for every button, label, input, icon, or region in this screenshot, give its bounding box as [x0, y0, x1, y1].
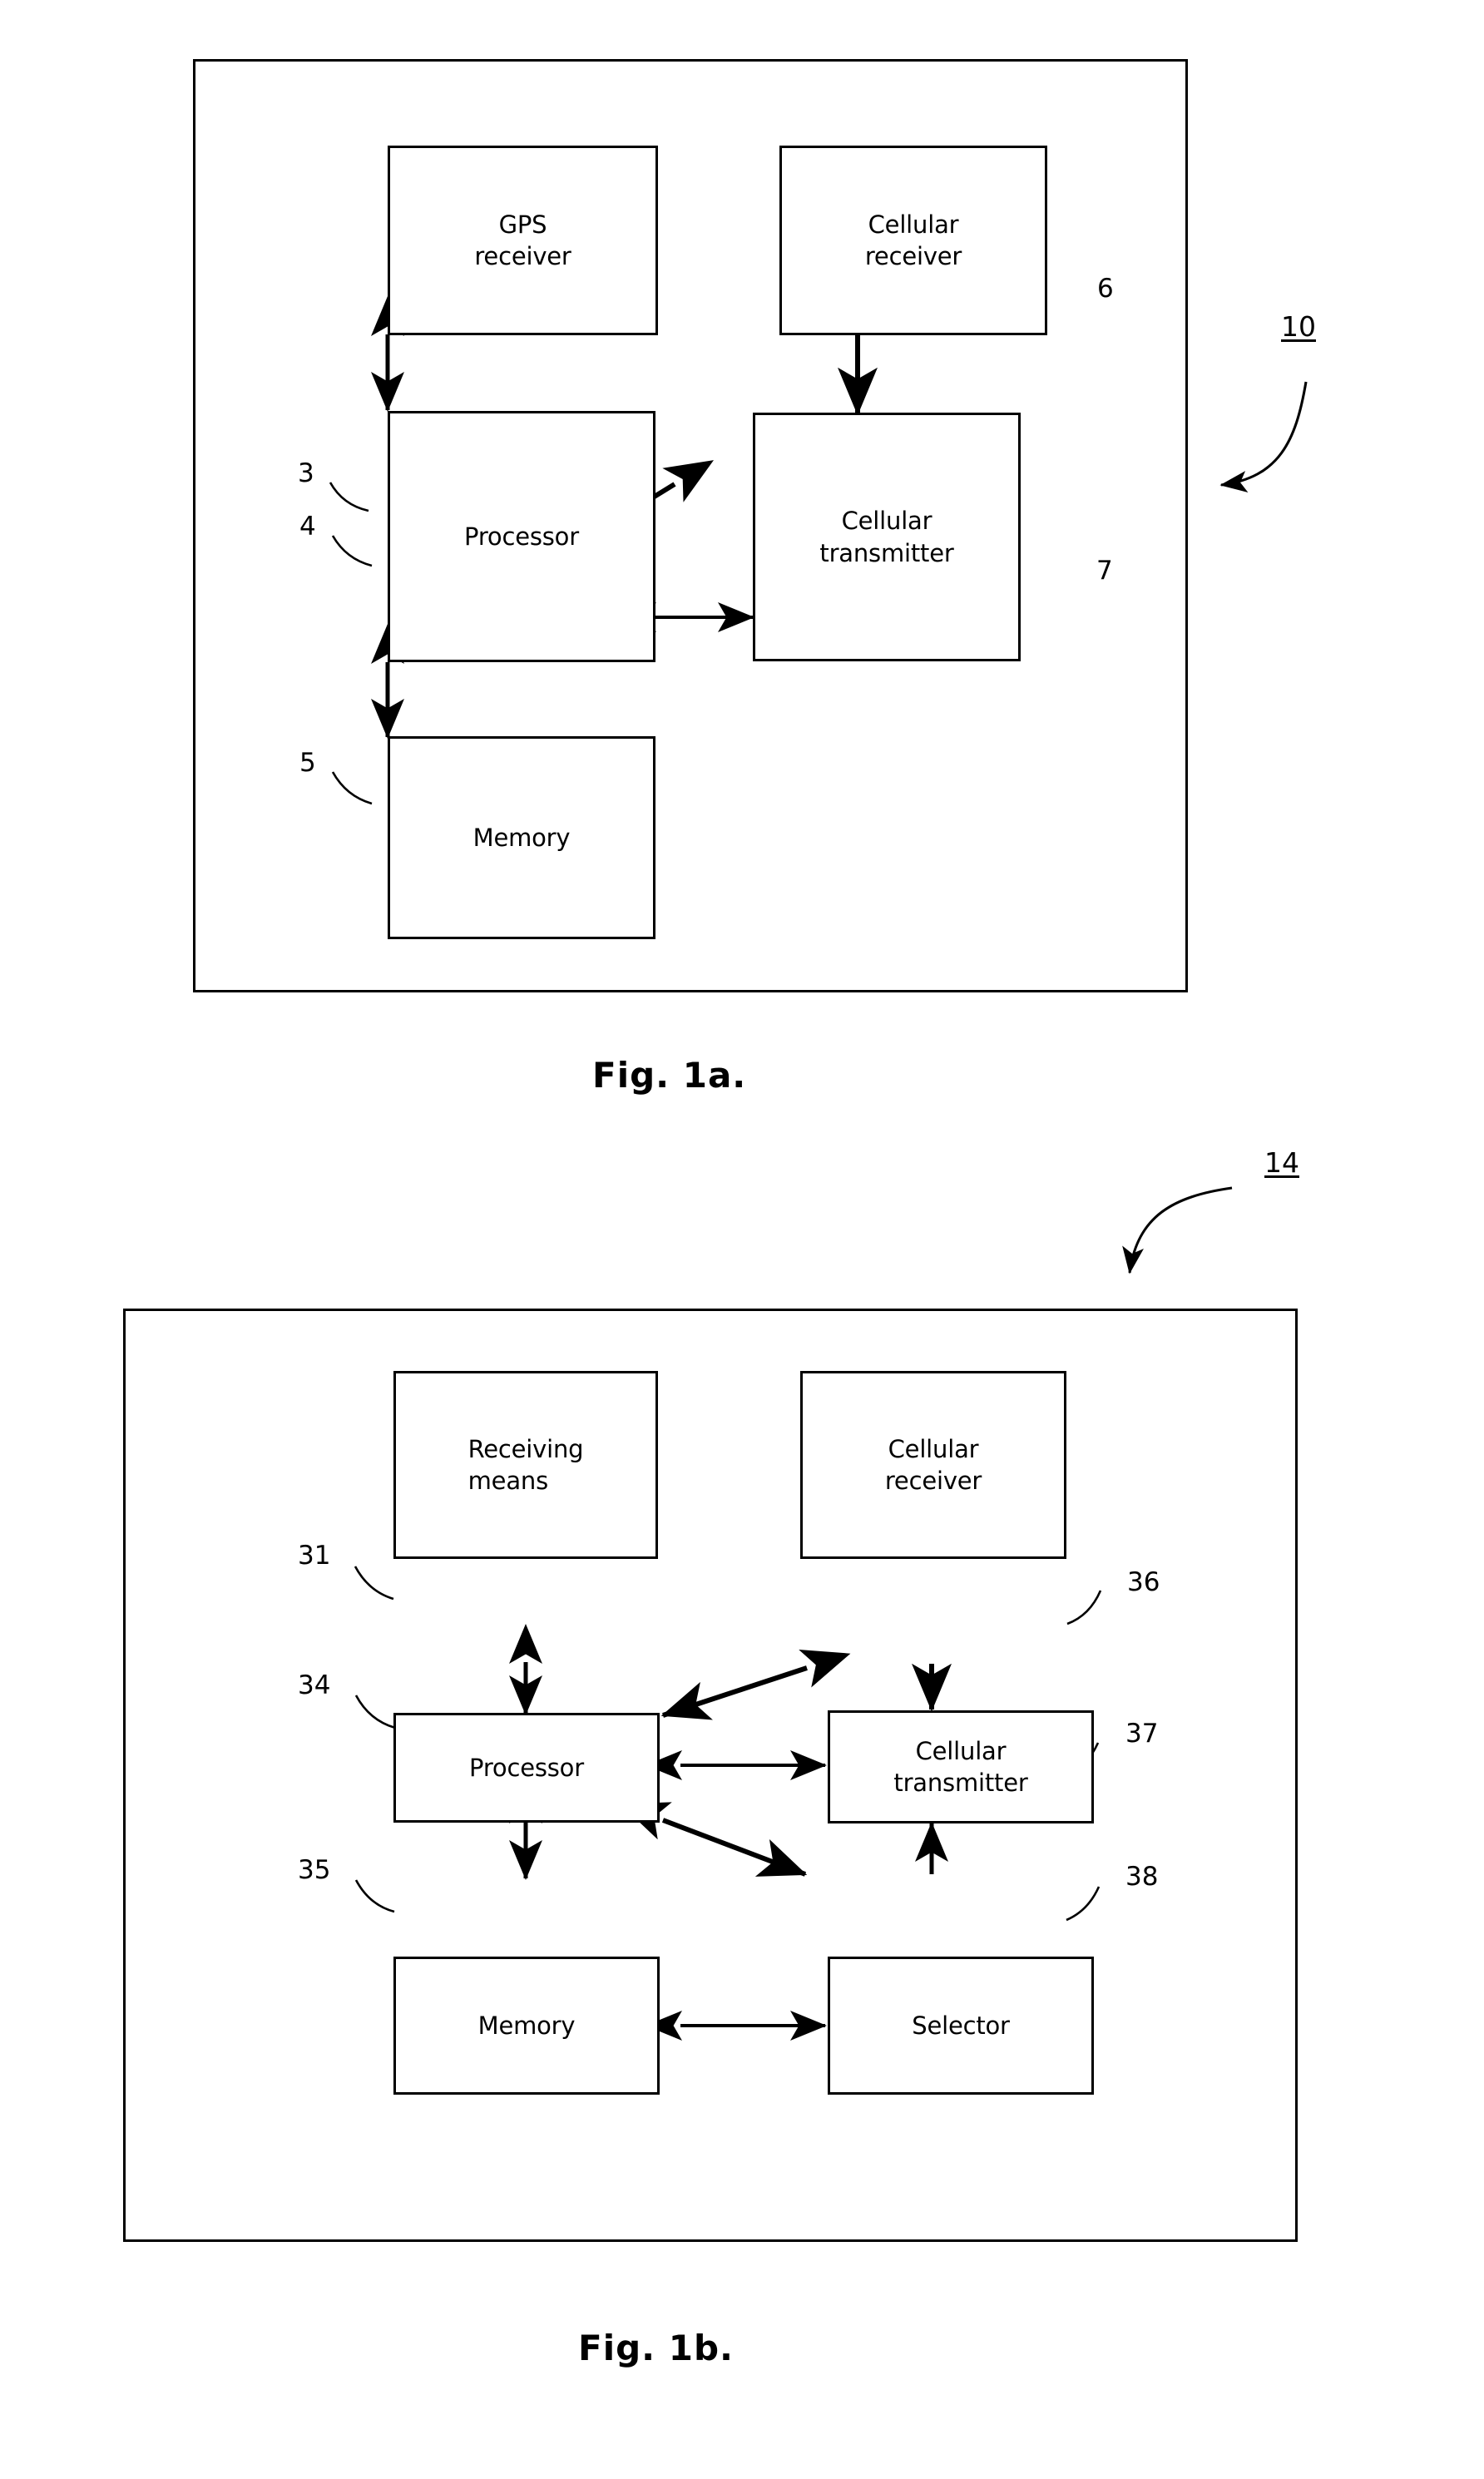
block-label-cellular-transmitter: Cellular transmitter	[819, 507, 954, 567]
ref-number-31: 31	[298, 1541, 331, 1571]
leader-arrow-10	[1219, 381, 1308, 492]
figure-caption-1b: Fig. 1b.	[578, 2328, 734, 2368]
block-label-cellular-receiver-b: Cellular receiver	[884, 1434, 982, 1495]
block-label-gps-receiver: GPS receiver	[474, 210, 571, 270]
ref-number-5: 5	[299, 748, 316, 778]
block-label-memory-b: Memory	[477, 2011, 576, 2040]
ref-number-34: 34	[298, 1670, 331, 1700]
block-processor[interactable]: Processor	[388, 411, 655, 662]
ref-number-37: 37	[1125, 1719, 1159, 1749]
ref-number-4: 4	[299, 512, 316, 542]
ref-number-14-device: 14	[1264, 1146, 1299, 1179]
block-label-cellular-transmitter-b: Cellular transmitter	[893, 1736, 1028, 1797]
leader-arrow-14	[1122, 1186, 1233, 1274]
ref-number-36: 36	[1127, 1567, 1160, 1597]
patent-drawing-page: GPS receiver Cellular receiver Processor…	[0, 0, 1484, 2479]
block-memory[interactable]: Memory	[388, 736, 655, 939]
block-label-selector: Selector	[912, 2011, 1010, 2040]
ref-number-3: 3	[298, 458, 314, 488]
block-cellular-receiver[interactable]: Cellular receiver	[779, 146, 1047, 335]
block-label-memory: Memory	[472, 823, 571, 852]
device-enclosure-14	[123, 1309, 1298, 2242]
block-gps-receiver[interactable]: GPS receiver	[388, 146, 658, 335]
block-cellular-transmitter-b[interactable]: Cellular transmitter	[828, 1710, 1094, 1823]
block-label-processor-b: Processor	[469, 1753, 584, 1782]
block-label-cellular-receiver: Cellular receiver	[864, 210, 962, 270]
ref-number-38: 38	[1125, 1862, 1159, 1892]
ref-number-6: 6	[1097, 274, 1114, 304]
block-memory-b[interactable]: Memory	[393, 1957, 660, 2095]
ref-number-35: 35	[298, 1855, 331, 1885]
block-label-processor: Processor	[464, 522, 579, 551]
block-label-receiving-means: Receiving means	[467, 1434, 584, 1495]
figure-caption-1a: Fig. 1a.	[592, 1055, 747, 1096]
block-selector[interactable]: Selector	[828, 1957, 1094, 2095]
block-receiving-means[interactable]: Receiving means	[393, 1371, 658, 1559]
block-processor-b[interactable]: Processor	[393, 1713, 660, 1823]
ref-number-10-device: 10	[1281, 310, 1316, 343]
block-cellular-transmitter[interactable]: Cellular transmitter	[753, 413, 1021, 661]
ref-number-7: 7	[1096, 556, 1113, 586]
block-cellular-receiver-b[interactable]: Cellular receiver	[800, 1371, 1066, 1559]
